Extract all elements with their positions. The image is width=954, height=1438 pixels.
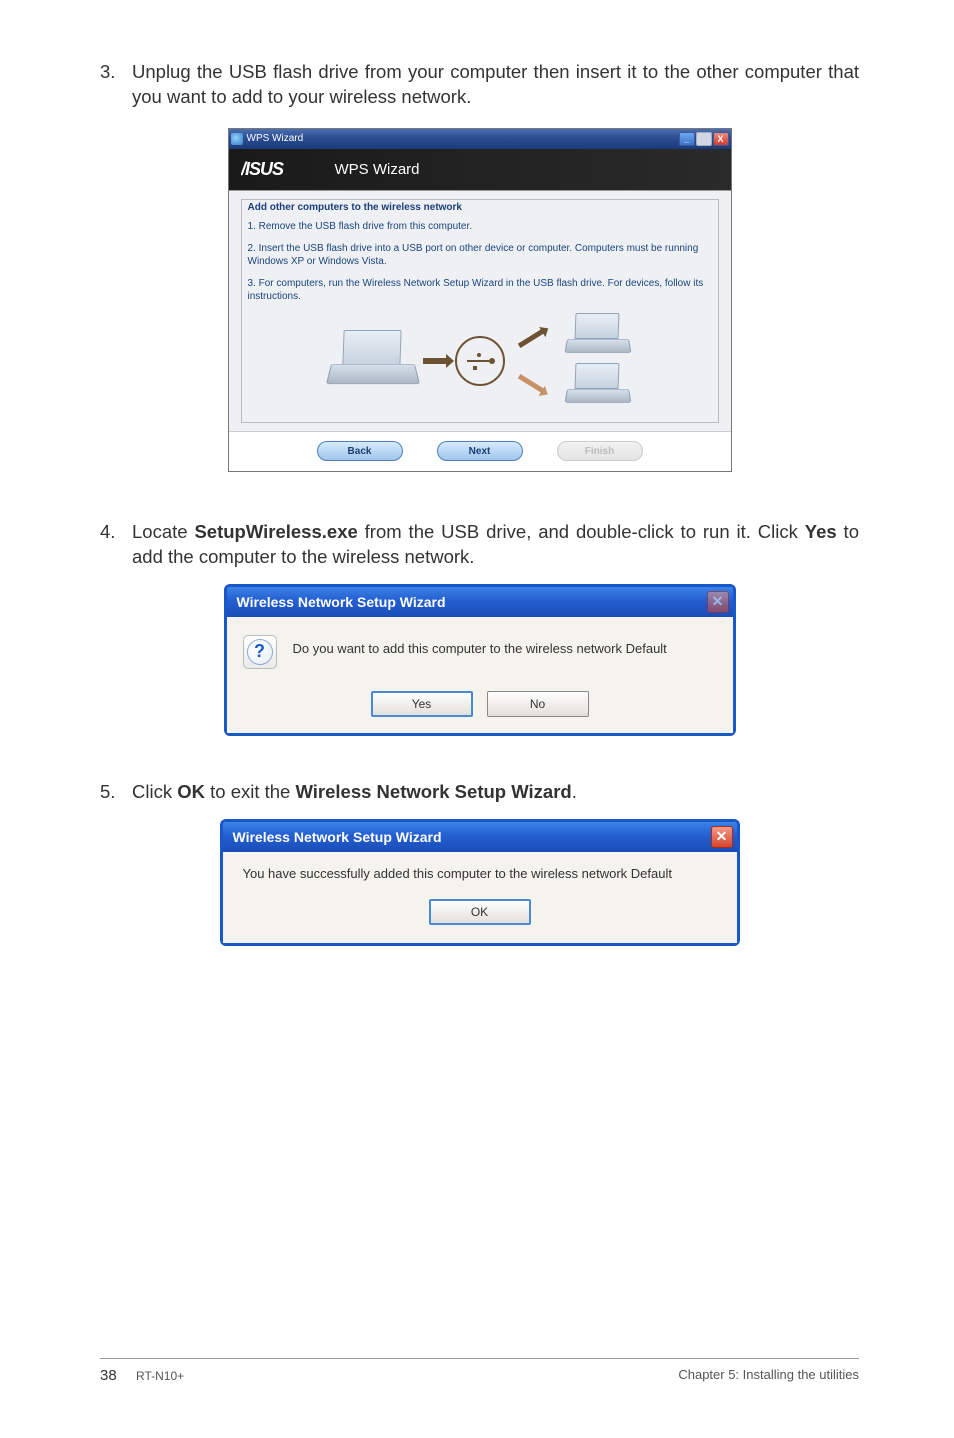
ok-button[interactable]: OK <box>429 899 531 925</box>
dialog2-title: Wireless Network Setup Wizard <box>233 829 711 845</box>
laptop-icon <box>331 330 415 392</box>
asus-logo: /ISUS <box>241 158 321 180</box>
chapter-label: Chapter 5: Installing the utilities <box>678 1367 859 1384</box>
usb-icon <box>455 336 505 386</box>
step-4-text: Locate SetupWireless.exe from the USB dr… <box>132 520 859 570</box>
step-4-number: 4. <box>100 520 132 570</box>
wps-banner: /ISUS WPS Wizard <box>229 149 731 191</box>
confirm-dialog: Wireless Network Setup Wizard ✕ ? Do you… <box>224 584 736 736</box>
dialog2-message: You have successfully added this compute… <box>241 866 719 881</box>
yes-button[interactable]: Yes <box>371 691 473 717</box>
laptops-icon <box>567 313 629 409</box>
minimize-button[interactable]: _ <box>679 132 695 146</box>
arrow-right-icon <box>423 358 447 364</box>
dialog1-title: Wireless Network Setup Wizard <box>237 594 707 610</box>
dialog1-close-icon: ✕ <box>707 591 729 613</box>
step-5: 5. Click OK to exit the Wireless Network… <box>100 780 859 805</box>
app-icon <box>231 133 243 145</box>
success-dialog: Wireless Network Setup Wizard ✕ You have… <box>220 819 740 946</box>
wps-subtitle: Add other computers to the wireless netw… <box>248 202 712 213</box>
step-5-text: Click OK to exit the Wireless Network Se… <box>132 780 859 805</box>
question-icon: ? <box>243 635 277 669</box>
banner-title: WPS Wizard <box>335 161 420 178</box>
window-title: WPS Wizard <box>247 133 679 144</box>
next-button[interactable]: Next <box>437 441 523 461</box>
close-button[interactable]: X <box>713 132 729 146</box>
dialog1-message: Do you want to add this computer to the … <box>293 635 667 656</box>
wps-instruction-3: 3. For computers, run the Wireless Netwo… <box>248 278 712 303</box>
dialog2-titlebar: Wireless Network Setup Wizard ✕ <box>223 822 737 852</box>
model-name: RT-N10+ <box>136 1367 678 1384</box>
page-number: 38 <box>100 1367 136 1384</box>
wps-footer: Back Next Finish <box>229 431 731 471</box>
wps-titlebar: WPS Wizard _ X <box>229 129 731 149</box>
step-3-text: Unplug the USB flash drive from your com… <box>132 60 859 110</box>
step-3: 3. Unplug the USB flash drive from your … <box>100 60 859 110</box>
step-4: 4. Locate SetupWireless.exe from the USB… <box>100 520 859 570</box>
split-arrows-icon <box>513 326 559 396</box>
no-button[interactable]: No <box>487 691 589 717</box>
wps-wizard-window: WPS Wizard _ X /ISUS WPS Wizard Add othe… <box>228 128 732 472</box>
wps-instruction-2: 2. Insert the USB flash drive into a USB… <box>248 243 712 268</box>
wps-graphic <box>248 313 712 409</box>
page-footer: 38 RT-N10+ Chapter 5: Installing the uti… <box>100 1358 859 1384</box>
back-button[interactable]: Back <box>317 441 403 461</box>
step-5-number: 5. <box>100 780 132 805</box>
wps-instruction-1: 1. Remove the USB flash drive from this … <box>248 221 712 234</box>
step-3-number: 3. <box>100 60 132 110</box>
dialog1-titlebar: Wireless Network Setup Wizard ✕ <box>227 587 733 617</box>
finish-button: Finish <box>557 441 643 461</box>
dialog2-close-button[interactable]: ✕ <box>711 826 733 848</box>
maximize-button <box>696 132 712 146</box>
svg-text:/ISUS: /ISUS <box>241 159 284 179</box>
